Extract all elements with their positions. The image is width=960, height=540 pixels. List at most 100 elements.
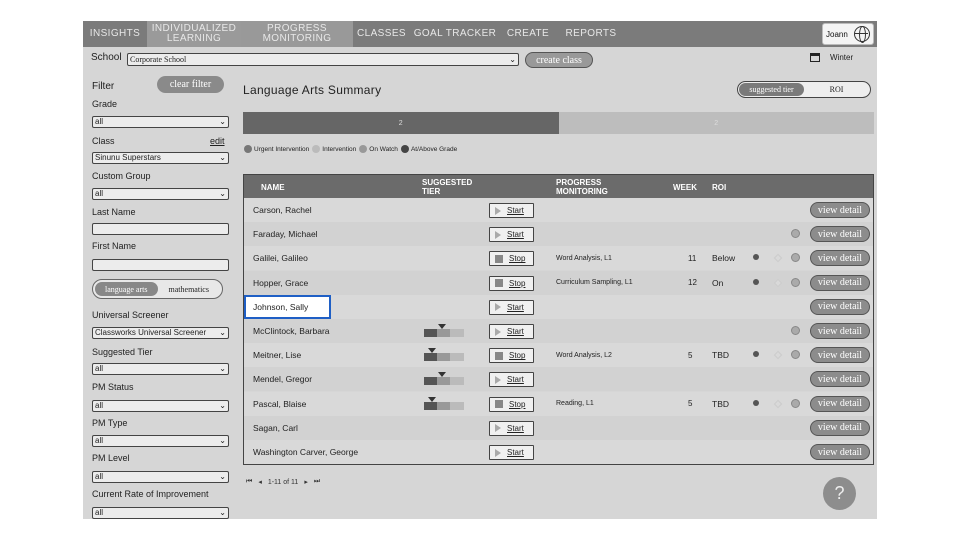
start-button[interactable]: Start [489,227,534,243]
table-row[interactable]: Hopper, Grace Stop Curriculum Sampling, L1… [244,270,873,295]
view-detail-button[interactable]: view detail [810,323,870,339]
table-row[interactable]: Washington Carver, George Start view detai… [244,440,873,464]
badge-icon[interactable] [791,398,800,408]
view-detail-button[interactable]: view detail [810,250,870,267]
first-page-icon[interactable]: ⏮ [246,478,252,486]
start-button[interactable]: Start [489,445,534,460]
legend-dot-icon [244,145,252,153]
student-name[interactable]: Carson, Rachel [253,198,312,222]
help-button[interactable]: ? [823,477,856,510]
school-select[interactable]: Corporate School ⌄ [127,53,519,66]
nav-label: INSIGHTS [89,28,141,39]
header-pm[interactable]: PROGRESS MONITORING [556,178,608,196]
screener-select[interactable]: Classworks Universal Screener ⌄ [92,327,229,339]
header-week[interactable]: WEEK [673,183,697,192]
term-selector[interactable]: Winter [810,53,853,62]
table-row[interactable]: Carson, Rachel Start view detail [244,198,873,222]
nav-individualized-learning[interactable]: INDIVIDUALIZED LEARNING [147,21,241,47]
stop-button[interactable]: Stop [489,396,534,412]
legend-item: Intervention [312,145,356,153]
table-row[interactable]: Mendel, Gregor Start view detail [244,367,873,392]
header-tier[interactable]: SUGGESTED TIER [422,178,472,196]
nav-create[interactable]: CREATE [500,21,556,47]
main-panel: Language Arts Summary suggested tier ROI… [243,73,877,519]
create-class-button[interactable]: create class [525,52,593,68]
stop-button[interactable]: Stop [489,251,534,267]
nav-goal-tracker[interactable]: GOAL TRACKER [410,21,500,47]
student-name[interactable]: Faraday, Michael [253,222,318,246]
start-button[interactable]: Start [489,299,534,315]
badge-icon[interactable] [791,229,800,239]
grade-select[interactable]: all ⌄ [92,116,229,128]
nav-label: LEARNING [166,33,222,44]
view-detail-button[interactable]: view detail [810,298,870,315]
toggle-suggested-tier[interactable]: suggested tier [739,83,804,96]
action-label: Start [507,448,524,457]
nav-classes[interactable]: CLASSES [353,21,410,47]
user-menu[interactable]: Joann [822,23,874,45]
student-name[interactable]: Johnson, Sally [253,295,308,319]
subject-mathematics[interactable]: mathematics [158,282,221,296]
student-name[interactable]: Washington Carver, George [253,440,358,464]
roi-select[interactable]: all ⌄ [92,507,229,519]
view-detail-button[interactable]: view detail [810,274,870,291]
suggested-tier-select[interactable]: all ⌄ [92,363,229,375]
badge-icon[interactable] [791,253,800,263]
pm-status-select[interactable]: all ⌄ [92,400,229,412]
table-row[interactable]: Johnson, Sally Start view detail [244,294,873,319]
student-name[interactable]: Meitner, Lise [253,343,301,367]
student-name[interactable]: Hopper, Grace [253,271,308,295]
student-name[interactable]: Mendel, Gregor [253,367,312,391]
last-name-input[interactable] [92,223,229,235]
nav-insights[interactable]: INSIGHTS [83,21,147,47]
class-select[interactable]: Sinunu Superstars ⌄ [92,152,229,164]
badge-icon[interactable] [791,277,800,287]
pm-level-select[interactable]: all ⌄ [92,471,229,483]
view-detail-button[interactable]: view detail [810,395,870,412]
table-row[interactable]: McClintock, Barbara Start view detail [244,319,873,343]
header-name[interactable]: NAME [261,183,285,192]
student-name[interactable]: Galilei, Galileo [253,246,308,270]
table-row[interactable]: Pascal, Blaise Stop Reading, L1 5 TBD view de… [244,391,873,416]
view-detail-button[interactable]: view detail [810,202,870,218]
first-name-input[interactable] [92,259,229,271]
table-row[interactable]: Meitner, Lise Stop Word Analysis, L2 5 TBD vi… [244,343,873,368]
stop-button[interactable]: Stop [489,348,534,364]
pm-type-label: PM Type [92,418,128,428]
nav-label: CREATE [506,28,550,39]
student-name[interactable]: Pascal, Blaise [253,392,306,416]
nav-progress-monitoring[interactable]: PROGRESS MONITORING [241,21,353,47]
table-row[interactable]: Galilei, Galileo Stop Word Analysis, L1 11 B… [244,246,873,271]
view-detail-button[interactable]: view detail [810,444,870,460]
class-edit-link[interactable]: edit [210,136,225,146]
next-page-icon[interactable]: ▸ [304,478,308,486]
clear-filter-button[interactable]: clear filter [157,76,224,93]
header-roi[interactable]: ROI [712,183,726,192]
stop-button[interactable]: Stop [489,275,534,291]
custom-group-select[interactable]: all ⌄ [92,188,229,200]
start-button[interactable]: Start [489,324,534,339]
view-detail-button[interactable]: view detail [810,226,870,243]
last-page-icon[interactable]: ⏭ [314,478,320,486]
student-name[interactable]: Sagan, Carl [253,416,298,440]
student-name[interactable]: McClintock, Barbara [253,319,330,343]
play-icon [495,206,501,215]
badge-icon[interactable] [791,326,800,335]
start-button[interactable]: Start [489,420,534,436]
action-label: Stop [509,278,526,288]
toggle-roi[interactable]: ROI [804,83,869,96]
view-detail-button[interactable]: view detail [810,347,870,364]
table-row[interactable]: Faraday, Michael Start view detail [244,222,873,247]
start-button[interactable]: Start [489,203,534,218]
table-row[interactable]: Sagan, Carl Start view detail [244,415,873,440]
badge-icon[interactable] [791,350,800,360]
prev-page-icon[interactable]: ◂ [258,478,262,486]
pm-type-select[interactable]: all ⌄ [92,435,229,447]
diamond-icon [773,399,783,408]
chevron-down-icon: ⌄ [219,189,226,198]
start-button[interactable]: Start [489,372,534,388]
subject-language-arts[interactable]: language arts [95,282,158,296]
view-detail-button[interactable]: view detail [810,419,870,436]
nav-reports[interactable]: REPORTS [556,21,626,47]
view-detail-button[interactable]: view detail [810,371,870,388]
